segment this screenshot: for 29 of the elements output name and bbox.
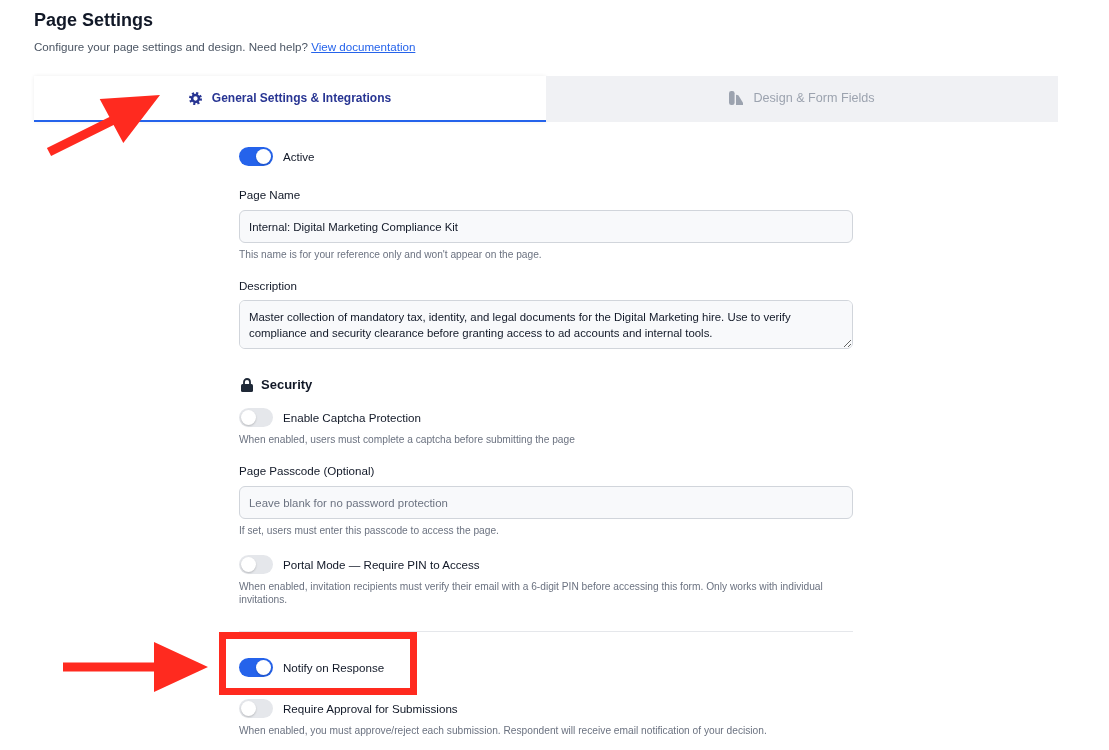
field-label: Description [239, 279, 298, 293]
lock-icon [241, 378, 253, 392]
text-field[interactable]: Internal: Digital Marketing Compliance Kit [239, 210, 853, 243]
field-label: Page Passcode (Optional) [239, 464, 376, 478]
page-title: Page Settings [34, 9, 155, 32]
toggle-label: Require Approval for Submissions [283, 701, 458, 716]
help-text: If set, users must enter this passcode to access the page. [239, 524, 500, 537]
gear-icon [188, 91, 202, 105]
field-label: Page Name [239, 188, 302, 202]
swatch-icon [729, 91, 744, 105]
textarea-field[interactable]: Master collection of mandatory tax, identity, and legal documents for the Digital Marketing hire. Use to verify compliance and security clearance before granting access to ad accounts and internal tools. [239, 300, 853, 349]
toggle-switch[interactable] [239, 658, 273, 677]
help-text: When enabled, users must complete a captcha before submitting the page [239, 433, 576, 446]
toggle-label: Portal Mode — Require PIN to Access [283, 557, 480, 572]
tab[interactable]: General Settings & Integrations [34, 76, 546, 122]
toggle-label: Active [283, 149, 315, 164]
page-subtitle: Configure your page settings and design. Need help? View documentation [34, 39, 417, 55]
text-field[interactable]: Leave blank for no password protection [239, 486, 853, 519]
help-text: When enabled, you must approve/reject each submission. Respondent will receive email notification of your decision. [239, 724, 768, 737]
toggle-switch[interactable] [239, 147, 273, 166]
help-text: When enabled, invitation recipients must verify their email with a 6-digit PIN before accessing this form. Only works with individual invitations. [239, 580, 824, 606]
toggle-switch[interactable] [239, 555, 273, 574]
toggle-label: Notify on Response [283, 660, 385, 675]
section-heading: Security [261, 376, 313, 394]
toggle-label: Enable Captcha Protection [283, 410, 421, 425]
documentation-link[interactable]: View documentation [311, 40, 416, 53]
toggle-switch[interactable] [239, 408, 273, 427]
help-text: This name is for your reference only and won't appear on the page. [239, 248, 543, 261]
toggle-switch[interactable] [239, 699, 273, 718]
